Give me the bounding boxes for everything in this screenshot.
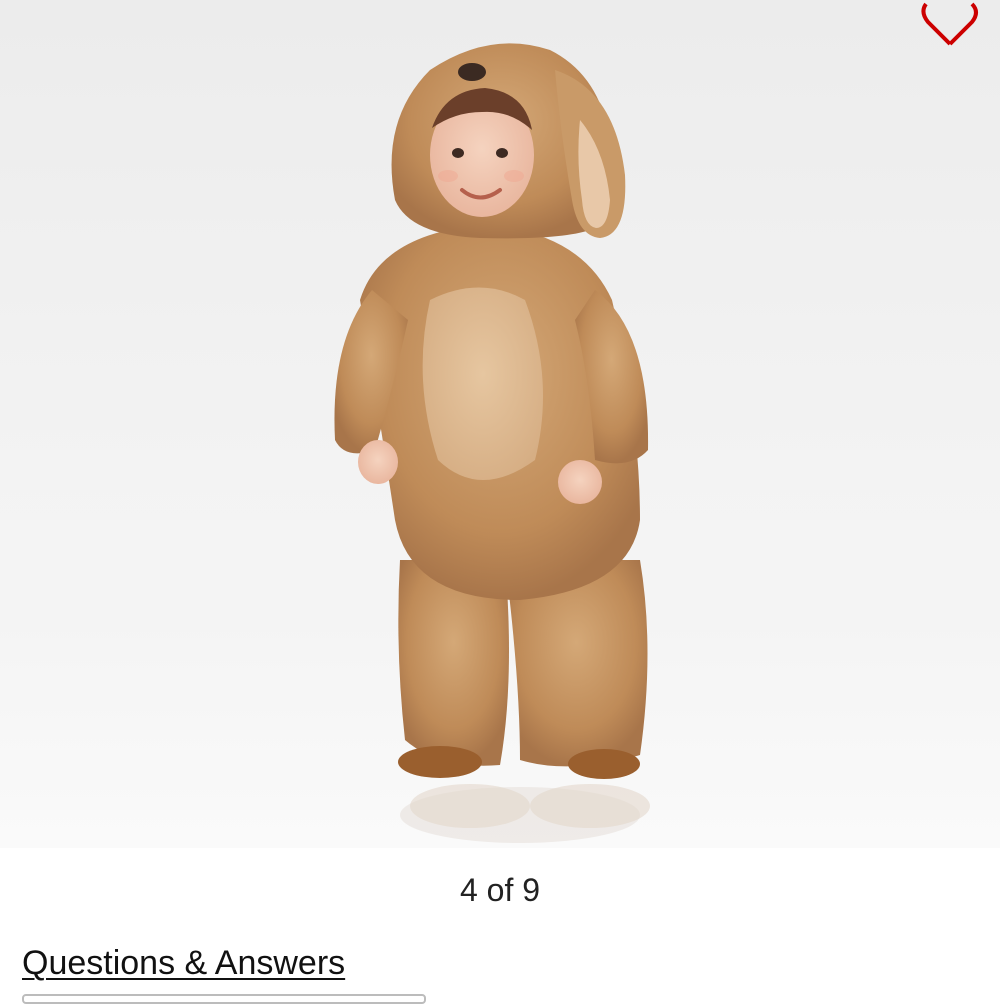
questions-search-box[interactable] — [22, 994, 426, 1004]
questions-answers-link[interactable]: Questions & Answers — [22, 944, 345, 983]
heart-outline-icon — [921, 2, 978, 46]
product-image — [334, 43, 650, 843]
image-counter: 4 of 9 — [459, 872, 541, 908]
product-image-gallery[interactable] — [0, 0, 1000, 848]
favorite-button[interactable] — [914, 0, 986, 48]
